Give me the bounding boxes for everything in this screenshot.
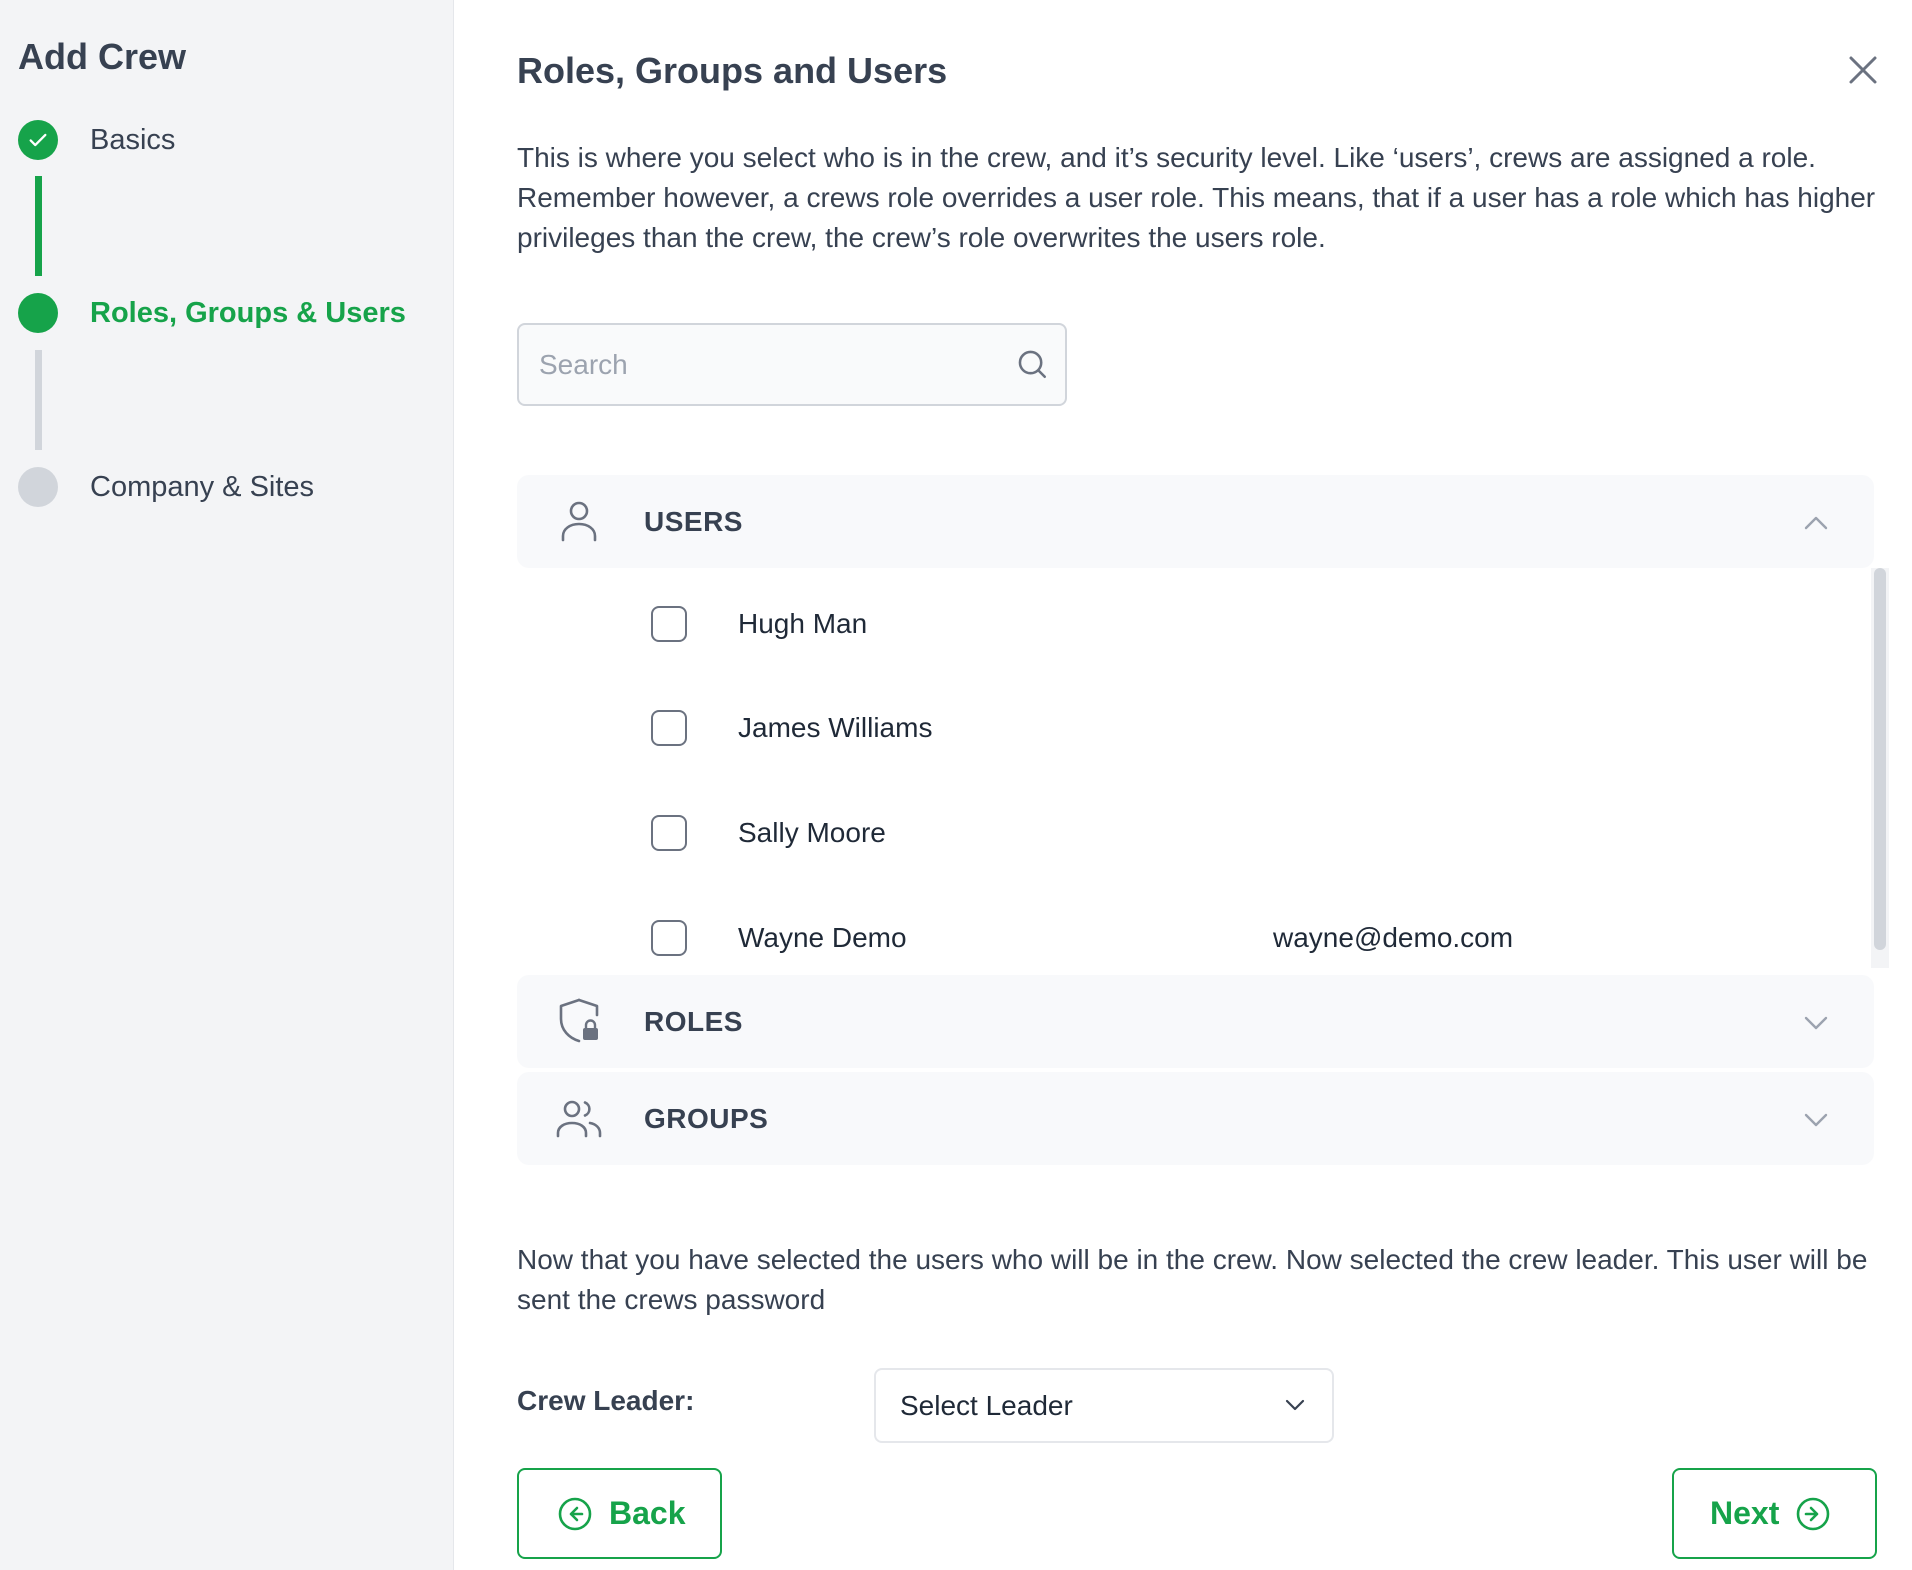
crew-leader-value: Select Leader [900,1390,1073,1421]
user-name: Hugh Man [738,608,868,639]
roles-section-header[interactable]: ROLES [517,975,1874,1068]
user-name: James Williams [738,712,933,743]
crew-leader-label: Crew Leader: [517,1385,695,1416]
chevron-down-icon[interactable] [1798,1102,1834,1138]
list-item[interactable]: James Williams [517,698,1857,758]
step-roles-groups-users[interactable]: Roles, Groups & Users [18,293,406,333]
chevron-down-icon [1285,1399,1305,1411]
user-email: wayne@demo.com [1273,922,1514,953]
list-item[interactable]: Wayne Demo wayne@demo.com [517,908,1857,968]
step-roles-label: Roles, Groups & Users [90,296,406,329]
sidebar-title: Add Crew [18,36,187,77]
step-connector-pending [35,350,42,450]
user-checkbox[interactable] [651,920,687,956]
page-title: Roles, Groups and Users [517,50,948,91]
user-checkbox[interactable] [651,815,687,851]
groups-section-header[interactable]: GROUPS [517,1072,1874,1165]
user-checkbox[interactable] [651,710,687,746]
next-button[interactable]: Next [1672,1468,1877,1559]
back-button-label: Back [609,1495,686,1531]
main-panel: Roles, Groups and Users This is where yo… [454,0,1912,1570]
back-button[interactable]: Back [517,1468,722,1559]
user-name: Wayne Demo [738,922,907,953]
step-pending-dot [18,467,58,507]
next-button-label: Next [1710,1495,1780,1531]
chevron-down-icon[interactable] [1798,1005,1834,1041]
search-icon[interactable] [1015,347,1049,381]
close-button[interactable] [1841,48,1885,92]
list-item[interactable]: Sally Moore [517,803,1857,863]
users-section-label: USERS [644,506,743,537]
description: This is where you select who is in the c… [517,142,1876,253]
arrow-right-circle-icon [1797,1497,1830,1530]
search-input[interactable] [539,325,999,404]
scrollbar-thumb[interactable] [1874,568,1886,950]
close-icon [1849,56,1877,84]
step-active-dot [18,293,58,333]
users-section-header[interactable]: USERS [517,475,1874,568]
step-company-label: Company & Sites [90,470,315,503]
step-basics-label: Basics [90,123,176,156]
users-group-icon [556,1100,602,1138]
user-checkbox[interactable] [651,606,687,642]
step-company-sites[interactable]: Company & Sites [18,467,314,507]
users-list: Hugh Man James Williams Sally Moore Wayn… [517,568,1874,968]
sidebar: Add Crew Basics Roles, Groups & Users Co… [0,0,454,1570]
roles-section-label: ROLES [644,1006,743,1037]
step-connector-done [35,176,42,276]
shield-lock-icon [559,998,599,1043]
chevron-up-icon[interactable] [1798,505,1834,541]
step-basics[interactable]: Basics [18,120,175,160]
leader-note: Now that you have selected the users who… [517,1244,1868,1315]
check-icon [29,133,47,147]
groups-section-label: GROUPS [644,1103,769,1134]
step-done-dot [18,120,58,160]
user-name: Sally Moore [738,817,886,848]
search-box [517,323,1067,406]
list-item[interactable]: Hugh Man [517,594,1857,654]
user-icon [561,501,597,542]
crew-leader-select[interactable]: Select Leader [874,1368,1334,1443]
arrow-left-circle-icon [558,1497,592,1530]
